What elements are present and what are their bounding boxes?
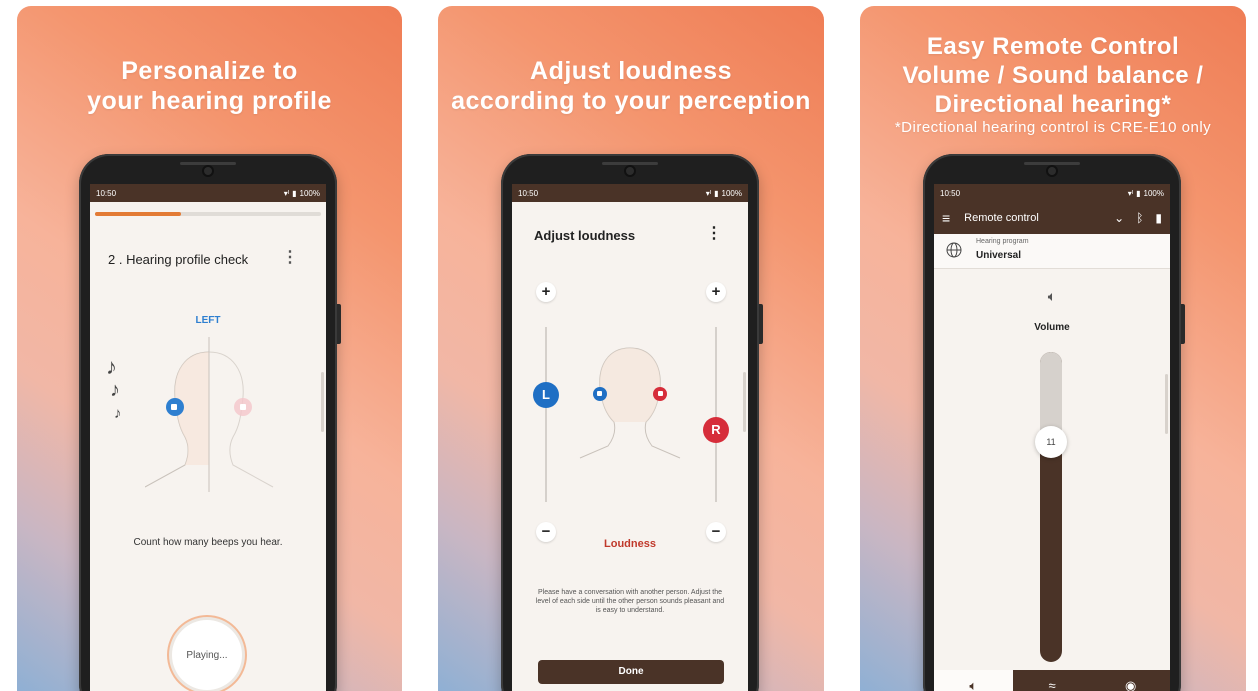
speaker-icon: 🔈︎ [1047, 288, 1057, 304]
phone-screen: 10:50 ▾ᴵ ▮ 100% Adjust loudness ⋮ + + L R … [512, 184, 748, 691]
instruction-text: Please have a conversation with another … [535, 589, 725, 614]
headline: Easy Remote Control Volume / Sound balan… [860, 32, 1246, 137]
phone-screen: 10:50 ▾ᴵ ▮ 100% ≡ Remote control ⌄ ᛒ ▮ Hea… [934, 184, 1170, 691]
hearing-program-label: Hearing program [976, 238, 1029, 245]
tab-directional[interactable]: ◉ [1091, 670, 1170, 691]
playing-button[interactable]: Playing... [172, 620, 242, 690]
headline-line: Easy Remote Control [926, 33, 1180, 60]
footnote: *Directional hearing control is CRE-E10 … [894, 119, 1212, 136]
instruction-text: Count how many beeps you hear. [133, 537, 283, 548]
camera-icon [626, 167, 634, 175]
left-level-track[interactable] [545, 327, 547, 502]
chevron-down-icon[interactable]: ⌄ [1114, 211, 1124, 225]
app-bar: ≡ Remote control ⌄ ᛒ ▮ [934, 202, 1170, 234]
scrollbar[interactable] [321, 372, 324, 432]
progress-fill [95, 212, 181, 216]
headline: Adjust loudness according to your percep… [438, 56, 824, 116]
scrollbar[interactable] [1165, 374, 1168, 434]
phone-mockup: 10:50 ▾ᴵ ▮ 100% Adjust loudness ⋮ + + L R … [501, 154, 763, 691]
directional-icon: ◉ [1125, 678, 1137, 691]
battery-icon: ▮ [714, 188, 719, 198]
headline-line: according to your perception [451, 87, 811, 115]
status-battery: 100% [299, 188, 320, 198]
scrollbar[interactable] [743, 372, 746, 432]
bottom-nav: 🔈︎ ≈ ◉ [934, 670, 1170, 691]
done-button[interactable]: Done [538, 660, 724, 684]
right-level-track[interactable] [715, 327, 717, 502]
battery-icon: ▮ [1136, 188, 1141, 198]
loudness-label: Loudness [604, 538, 656, 550]
hearing-program-row[interactable]: Hearing program Universal [934, 234, 1170, 269]
status-bar: 10:50 ▾ᴵ ▮ 100% [512, 184, 748, 202]
right-plus-button[interactable]: + [706, 282, 726, 302]
status-time: 10:50 [96, 188, 117, 198]
status-bar: 10:50 ▾ᴵ ▮ 100% [934, 184, 1170, 202]
battery-icon: ▮ [292, 188, 297, 198]
kebab-menu-icon[interactable]: ⋮ [706, 226, 722, 242]
phone-screen: 10:50 ▾ᴵ ▮ 100% 2 . Hearing profile check … [90, 184, 326, 691]
signal-icon: ▾ᴵ [705, 188, 712, 198]
promo-card-hearing-profile: Personalize to your hearing profile 10:5… [17, 6, 402, 691]
page-title: Adjust loudness [534, 228, 636, 243]
head-illustration [145, 337, 274, 492]
left-level-knob[interactable]: L [533, 382, 559, 408]
playing-label: Playing... [186, 649, 228, 661]
headline: Personalize to your hearing profile [17, 56, 402, 116]
bluetooth-icon[interactable]: ᛒ [1136, 211, 1143, 225]
svg-text:♪: ♪ [114, 405, 122, 422]
camera-icon [204, 167, 212, 175]
phone-mockup: 10:50 ▾ᴵ ▮ 100% 2 . Hearing profile check … [79, 154, 341, 691]
status-battery: 100% [721, 188, 742, 198]
promo-card-adjust-loudness: Adjust loudness according to your percep… [438, 6, 824, 691]
headline-line: Personalize to [121, 57, 298, 85]
status-time: 10:50 [518, 188, 539, 198]
signal-icon: ▾ᴵ [1127, 188, 1134, 198]
headline-line: Adjust loudness [530, 57, 732, 85]
signal-icon: ▾ᴵ [283, 188, 290, 198]
status-time: 10:50 [940, 188, 961, 198]
left-plus-button[interactable]: + [536, 282, 556, 302]
sound-balance-icon: ≈ [1048, 678, 1056, 691]
status-bar: 10:50 ▾ᴵ ▮ 100% [90, 184, 326, 202]
page-title: 2 . Hearing profile check [108, 252, 249, 267]
volume-thumb[interactable]: 11 [1035, 426, 1067, 458]
headline-line: Directional hearing* [934, 91, 1172, 118]
right-level-knob[interactable]: R [703, 417, 729, 443]
progress-bar [95, 212, 321, 216]
promo-card-remote-control: Easy Remote Control Volume / Sound balan… [860, 6, 1246, 691]
globe-icon [946, 242, 962, 258]
head-illustration [579, 347, 681, 459]
speaker-icon: 🔈︎ [969, 678, 978, 691]
phone-mockup: 10:50 ▾ᴵ ▮ 100% ≡ Remote control ⌄ ᛒ ▮ Hea… [923, 154, 1185, 691]
volume-label: Volume [1034, 322, 1070, 333]
status-battery: 100% [1143, 188, 1164, 198]
kebab-menu-icon[interactable]: ⋮ [282, 250, 298, 266]
hearing-program-value: Universal [976, 250, 1022, 261]
tab-volume[interactable]: 🔈︎ [934, 670, 1013, 691]
headline-line: Volume / Sound balance / [902, 62, 1204, 89]
headline-line: your hearing profile [87, 87, 332, 115]
svg-text:♪: ♪ [110, 379, 120, 401]
menu-icon[interactable]: ≡ [942, 210, 950, 226]
battery-icon[interactable]: ▮ [1155, 211, 1162, 225]
camera-icon [1048, 167, 1056, 175]
volume-slider[interactable] [1040, 352, 1062, 662]
music-notes-icon: ♪ ♪ ♪ [106, 354, 122, 422]
svg-text:♪: ♪ [106, 354, 117, 379]
ear-label: LEFT [195, 315, 221, 326]
app-bar-title: Remote control [964, 212, 1039, 224]
tab-sound-balance[interactable]: ≈ [1013, 670, 1092, 691]
